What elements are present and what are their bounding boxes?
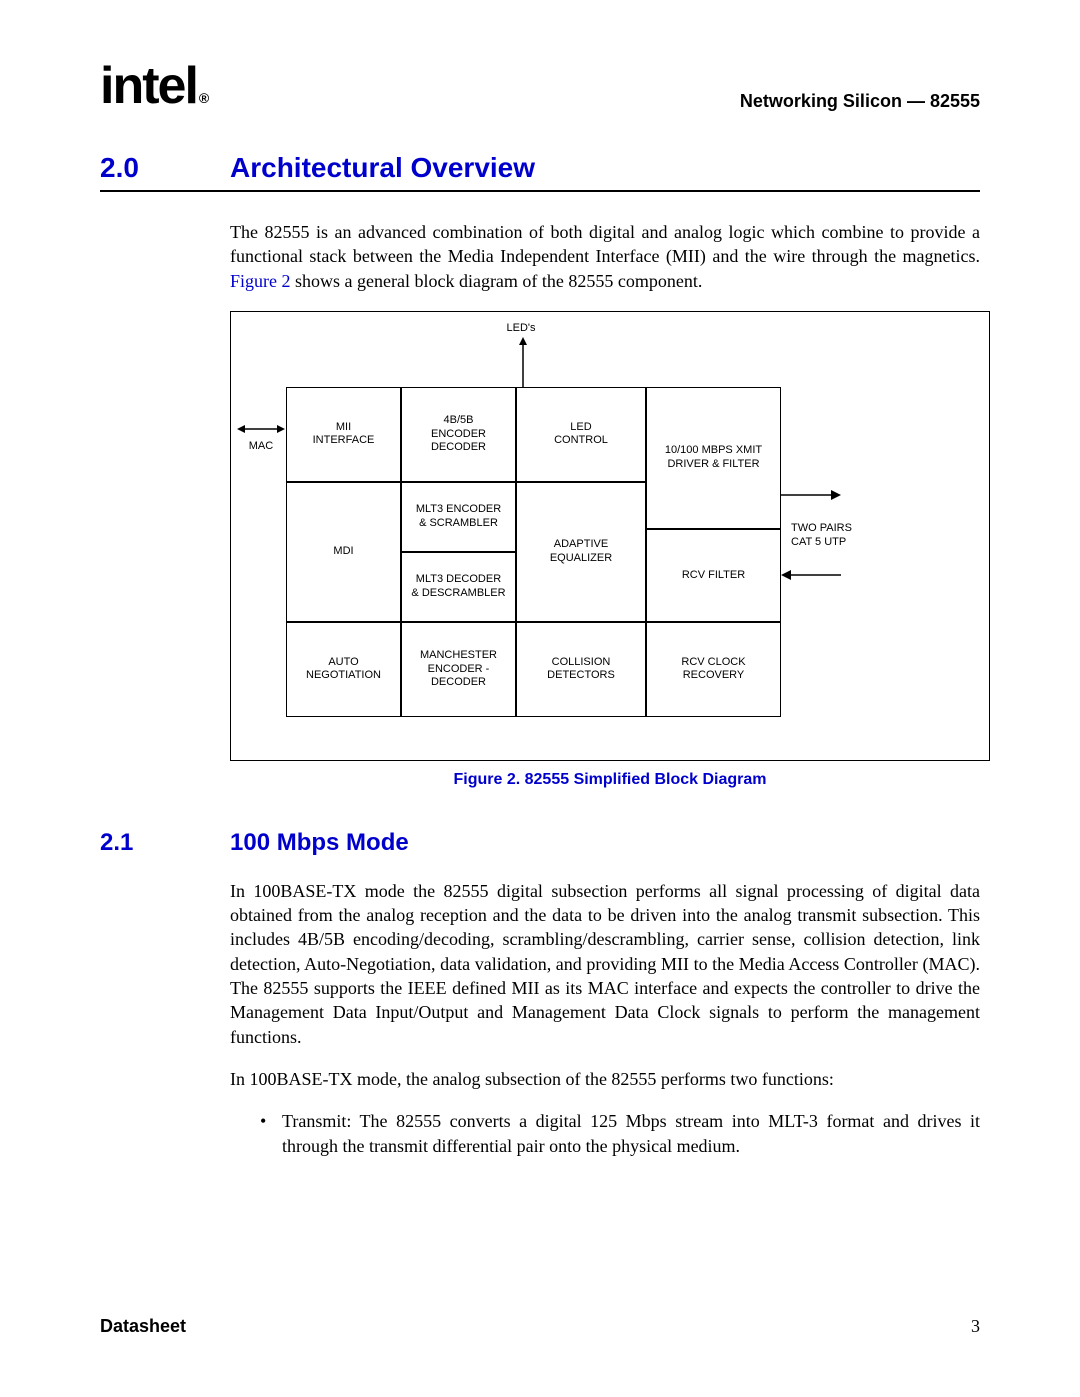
arrow-bidir-icon: [237, 424, 285, 434]
figure-reference-link[interactable]: Figure 2: [230, 271, 291, 291]
block-adaptive-equalizer: ADAPTIVEEQUALIZER: [516, 482, 646, 622]
subsection-title: 100 Mbps Mode: [230, 829, 409, 857]
bullet-item-1: Transmit: The 82555 converts a digital 1…: [260, 1109, 980, 1158]
block-mii-interface: MIIINTERFACE: [286, 387, 401, 482]
section-heading-2-0: 2.0 Architectural Overview: [100, 152, 980, 192]
block-mdi: MDI: [286, 482, 401, 622]
arrow-left-icon: [781, 570, 841, 580]
logo-text: intel: [100, 57, 197, 115]
footer-page-number: 3: [971, 1316, 980, 1337]
page-header: intel® Networking Silicon — 82555: [100, 60, 980, 112]
mac-label: MAC: [241, 440, 281, 454]
block-rcv-clock-recovery: RCV CLOCKRECOVERY: [646, 622, 781, 717]
registered-mark: ®: [199, 90, 207, 106]
block-mlt3-encoder: MLT3 ENCODER& SCRAMBLER: [401, 482, 516, 552]
leds-label: LED's: [491, 322, 551, 336]
section-title: Architectural Overview: [230, 152, 535, 184]
block-rcv-filter: RCV FILTER: [646, 529, 781, 622]
section-2-1-paragraph-1: In 100BASE-TX mode the 82555 digital sub…: [230, 879, 980, 1049]
block-led-control: LEDCONTROL: [516, 387, 646, 482]
footer-datasheet-label: Datasheet: [100, 1316, 186, 1337]
section-2-0-paragraph: The 82555 is an advanced combination of …: [230, 220, 980, 293]
page-footer: Datasheet 3: [100, 1316, 980, 1337]
block-xmit-driver: 10/100 MBPS XMITDRIVER & FILTER: [646, 387, 781, 529]
two-pairs-label: TWO PAIRSCAT 5 UTP: [791, 522, 881, 550]
block-manchester: MANCHESTERENCODER -DECODER: [401, 622, 516, 717]
figure-2-container: LED's MAC MIIINTERFACE 4B/5BENCODERDECOD…: [230, 311, 980, 789]
arrow-right-icon: [781, 490, 841, 500]
arrow-up-icon: [519, 337, 527, 387]
block-4b5b-encoder: 4B/5BENCODERDECODER: [401, 387, 516, 482]
section-heading-2-1: 2.1 100 Mbps Mode: [100, 829, 980, 857]
intel-logo: intel®: [100, 60, 205, 112]
section-2-1-paragraph-2: In 100BASE-TX mode, the analog subsectio…: [230, 1067, 980, 1091]
bullet-list: Transmit: The 82555 converts a digital 1…: [260, 1109, 980, 1158]
para-text-b: shows a general block diagram of the 825…: [291, 271, 703, 291]
doc-title: Networking Silicon — 82555: [740, 91, 980, 112]
block-diagram: LED's MAC MIIINTERFACE 4B/5BENCODERDECOD…: [230, 311, 990, 761]
subsection-number: 2.1: [100, 829, 230, 857]
block-mlt3-decoder: MLT3 DECODER& DESCRAMBLER: [401, 552, 516, 622]
section-number: 2.0: [100, 152, 230, 184]
figure-caption: Figure 2. 82555 Simplified Block Diagram: [230, 771, 990, 789]
para-text-a: The 82555 is an advanced combination of …: [230, 222, 980, 266]
block-auto-negotiation: AUTONEGOTIATION: [286, 622, 401, 717]
block-collision-detectors: COLLISIONDETECTORS: [516, 622, 646, 717]
